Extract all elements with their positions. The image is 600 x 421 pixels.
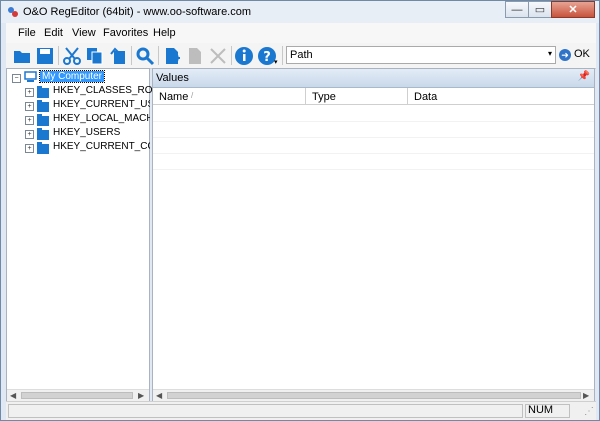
ok-button[interactable]: ➜ OK <box>559 46 593 64</box>
new-value-icon[interactable] <box>185 46 205 66</box>
path-dropdown-icon[interactable]: ▾ <box>548 49 552 58</box>
scroll-thumb[interactable] <box>21 392 133 399</box>
ok-label: OK <box>574 48 590 60</box>
search-icon[interactable] <box>135 46 155 66</box>
menu-bar: File Edit View Favorites Help <box>6 23 596 44</box>
grid-line <box>153 121 594 122</box>
scroll-right-icon[interactable]: ▶ <box>138 391 144 400</box>
app-icon <box>8 7 18 17</box>
column-header-data[interactable]: Data <box>408 88 594 105</box>
window-title: O&O RegEditor (64bit) - www.oo-software.… <box>23 6 252 18</box>
folder-icon <box>37 128 49 140</box>
column-header-label: Name <box>159 91 189 103</box>
resize-grip-icon[interactable]: ⋰ <box>584 406 594 417</box>
tree-root-label[interactable]: My Computer <box>38 70 106 83</box>
tree-item[interactable]: + HKEY_CURRENT_CONFIG <box>25 141 150 155</box>
tree-horizontal-scrollbar[interactable]: ◀ ▶ <box>7 389 149 401</box>
column-header-label: Data <box>414 91 438 103</box>
values-title: Values <box>156 72 189 84</box>
tree-item-label[interactable]: HKEY_CLASSES_ROOT <box>53 85 166 96</box>
save-icon[interactable] <box>35 46 55 66</box>
expand-icon[interactable]: + <box>25 130 34 139</box>
path-input[interactable]: Path ▾ <box>286 46 556 64</box>
registry-tree[interactable]: − My Computer + HKEY_CLASSES_ROOT + HKEY… <box>6 68 166 401</box>
menu-file[interactable]: File <box>18 27 36 39</box>
scroll-left-icon[interactable]: ◀ <box>156 391 162 400</box>
computer-icon <box>24 71 37 82</box>
help-dropdown-icon[interactable]: ▾ <box>274 58 278 66</box>
grid-line <box>153 169 594 170</box>
tree-item[interactable]: + HKEY_CURRENT_USER <box>25 99 150 113</box>
toolbar-separator <box>282 46 283 65</box>
toolbar: ? ▾ Path ▾ ➜ OK <box>6 43 596 69</box>
status-bar: NUM ⋰ <box>6 401 596 420</box>
info-icon[interactable] <box>234 46 254 66</box>
tree-item[interactable]: + HKEY_CLASSES_ROOT <box>25 85 166 99</box>
grid-line <box>153 153 594 154</box>
tree-item[interactable]: + HKEY_USERS <box>25 127 150 141</box>
folder-icon <box>37 142 49 154</box>
toolbar-separator <box>131 46 132 65</box>
scroll-thumb[interactable] <box>167 392 581 399</box>
toolbar-separator <box>231 46 232 65</box>
folder-icon <box>37 86 49 98</box>
values-header: Values 📌 <box>153 69 594 88</box>
title-bar: O&O RegEditor (64bit) - www.oo-software.… <box>1 1 599 23</box>
values-horizontal-scrollbar[interactable]: ◀ ▶ <box>153 389 594 401</box>
path-label: Path <box>290 49 313 61</box>
sort-indicator-icon: / <box>191 91 194 100</box>
column-header-label: Type <box>312 91 336 103</box>
toolbar-separator <box>58 46 59 65</box>
column-header-name[interactable]: Name / <box>153 88 306 105</box>
maximize-button[interactable]: ▭ <box>528 1 552 18</box>
pin-icon[interactable]: 📌 <box>578 71 590 82</box>
expand-icon[interactable]: + <box>25 144 34 153</box>
status-message-panel <box>8 404 523 418</box>
close-button[interactable]: ✕ <box>551 1 595 18</box>
column-header-type[interactable]: Type <box>306 88 408 105</box>
tree-item-label[interactable]: HKEY_LOCAL_MACHINE <box>53 113 150 124</box>
menu-favorites[interactable]: Favorites <box>103 27 148 39</box>
paste-icon[interactable] <box>108 46 128 66</box>
tree-item-label[interactable]: HKEY_USERS <box>53 127 120 138</box>
window-controls: — ▭ ✕ <box>505 1 595 18</box>
copy-icon[interactable] <box>85 46 105 66</box>
collapse-icon[interactable]: − <box>12 74 21 83</box>
menu-edit[interactable]: Edit <box>44 27 63 39</box>
minimize-button[interactable]: — <box>505 1 529 18</box>
expand-icon[interactable]: + <box>25 116 34 125</box>
toolbar-separator <box>158 46 159 65</box>
tree-root-row[interactable]: − My Computer <box>9 70 149 85</box>
expand-icon[interactable]: + <box>25 88 34 97</box>
values-pane: Values 📌 Name / Type Data ◀ ▶ <box>152 68 595 401</box>
folder-icon <box>37 100 49 112</box>
menu-view[interactable]: View <box>72 27 96 39</box>
tree-item-label[interactable]: HKEY_CURRENT_USER <box>53 99 150 110</box>
scroll-left-icon[interactable]: ◀ <box>10 391 16 400</box>
cut-icon[interactable] <box>62 46 82 66</box>
delete-icon[interactable] <box>208 46 228 66</box>
tree-item[interactable]: + HKEY_LOCAL_MACHINE <box>25 113 150 127</box>
new-key-icon[interactable] <box>162 46 182 66</box>
menu-help[interactable]: Help <box>153 27 176 39</box>
main-window: O&O RegEditor (64bit) - www.oo-software.… <box>0 0 600 421</box>
expand-icon[interactable]: + <box>25 102 34 111</box>
svg-text:?: ? <box>263 50 271 65</box>
tree-item-label[interactable]: HKEY_CURRENT_CONFIG <box>53 141 150 152</box>
grid-line <box>153 137 594 138</box>
num-lock-indicator: NUM <box>528 404 554 416</box>
go-arrow-icon: ➜ <box>559 49 571 61</box>
scroll-right-icon[interactable]: ▶ <box>583 391 589 400</box>
folder-icon <box>37 114 49 126</box>
open-folder-icon[interactable] <box>12 46 32 66</box>
